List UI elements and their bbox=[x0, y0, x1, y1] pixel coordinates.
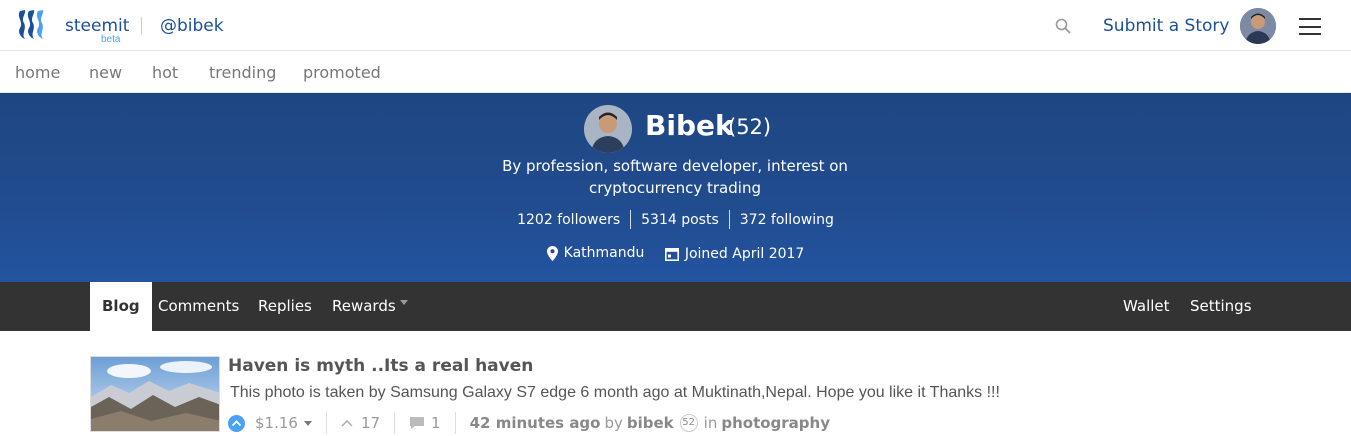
post-time[interactable]: 42 minutes ago bbox=[470, 414, 601, 432]
feed-nav: home new hot trending promoted bbox=[0, 51, 1351, 93]
mountain-thumbnail-icon bbox=[91, 357, 219, 431]
tab-wallet[interactable]: Wallet bbox=[1123, 282, 1170, 331]
joined-item: Joined April 2017 bbox=[664, 245, 805, 262]
in-label: in bbox=[703, 414, 718, 432]
profile-avatar bbox=[584, 105, 632, 153]
brand-name[interactable]: steemit bbox=[65, 16, 129, 36]
profile-tabs: Blog Comments Replies Rewards Wallet Set… bbox=[0, 282, 1351, 331]
tab-rewards-label: Rewards bbox=[332, 297, 396, 315]
profile-avatar-image-icon bbox=[584, 105, 632, 153]
profile-stats: 1202 followers 5314 posts 372 following bbox=[0, 210, 1351, 229]
calendar-icon bbox=[664, 247, 679, 261]
nav-hot[interactable]: hot bbox=[152, 63, 178, 82]
tab-settings[interactable]: Settings bbox=[1190, 282, 1252, 331]
tab-comments[interactable]: Comments bbox=[158, 282, 239, 331]
tab-rewards[interactable]: Rewards bbox=[332, 282, 408, 331]
joined-text: Joined April 2017 bbox=[684, 245, 805, 262]
followers-count[interactable]: 1202 followers bbox=[507, 212, 630, 228]
nav-trending[interactable]: trending bbox=[209, 63, 276, 82]
profile-name: Bibek bbox=[645, 109, 734, 142]
steemit-logo-icon[interactable] bbox=[14, 8, 50, 42]
profile-banner: Bibek (52) By profession, software devel… bbox=[0, 93, 1351, 282]
brand-beta-label: beta bbox=[101, 34, 121, 45]
profile-bio: By profession, software developer, inter… bbox=[502, 157, 848, 197]
footer-divider bbox=[325, 412, 327, 434]
post-title[interactable]: Haven is myth ..Its a real haven bbox=[228, 356, 533, 376]
post-excerpt[interactable]: This photo is taken by Samsung Galaxy S7… bbox=[230, 384, 1000, 402]
post-author[interactable]: bibek bbox=[627, 414, 674, 432]
payout-dropdown-icon[interactable] bbox=[303, 420, 312, 426]
location-pin-icon bbox=[546, 245, 558, 261]
profile-meta: Kathmandu Joined April 2017 bbox=[0, 245, 1351, 265]
upvote-arrow-icon bbox=[231, 419, 242, 426]
header-divider bbox=[141, 17, 142, 35]
posts-count: 5314 posts bbox=[641, 211, 719, 228]
payout-value[interactable]: $1.16 bbox=[255, 414, 298, 432]
tab-replies[interactable]: Replies bbox=[258, 282, 312, 331]
upvote-button[interactable] bbox=[228, 414, 245, 432]
following-count[interactable]: 372 following bbox=[730, 212, 844, 228]
post-summary: Haven is myth ..Its a real haven This ph… bbox=[90, 348, 1260, 436]
comments-count[interactable]: 1 bbox=[431, 414, 441, 432]
user-avatar-image-icon bbox=[1240, 8, 1276, 44]
nav-promoted[interactable]: promoted bbox=[303, 63, 381, 82]
post-thumbnail[interactable] bbox=[90, 356, 220, 432]
by-label: by bbox=[604, 414, 623, 432]
user-handle-link[interactable]: @bibek bbox=[160, 16, 224, 36]
search-icon[interactable] bbox=[1055, 18, 1071, 34]
profile-reputation: (52) bbox=[728, 115, 772, 139]
hamburger-menu-icon[interactable] bbox=[1299, 18, 1321, 35]
nav-home[interactable]: home bbox=[15, 63, 60, 82]
post-category[interactable]: photography bbox=[721, 414, 830, 432]
footer-divider bbox=[394, 412, 396, 434]
votes-count[interactable]: 17 bbox=[361, 414, 380, 432]
post-footer: $1.16 17 1 42 minutes ago by bibek 52 in… bbox=[228, 412, 830, 434]
votes-chevron-up-icon bbox=[341, 420, 353, 427]
tab-blog[interactable]: Blog bbox=[90, 282, 152, 331]
location-item: Kathmandu bbox=[546, 245, 645, 261]
comment-icon[interactable] bbox=[409, 416, 425, 430]
location-text: Kathmandu bbox=[563, 245, 645, 261]
top-header: steemit beta @bibek Submit a Story bbox=[0, 0, 1351, 51]
nav-new[interactable]: new bbox=[89, 63, 122, 82]
submit-story-link[interactable]: Submit a Story bbox=[1103, 16, 1229, 36]
footer-divider bbox=[454, 412, 456, 434]
user-avatar[interactable] bbox=[1240, 8, 1276, 44]
author-reputation-badge: 52 bbox=[679, 414, 698, 432]
chevron-down-icon bbox=[399, 300, 408, 305]
